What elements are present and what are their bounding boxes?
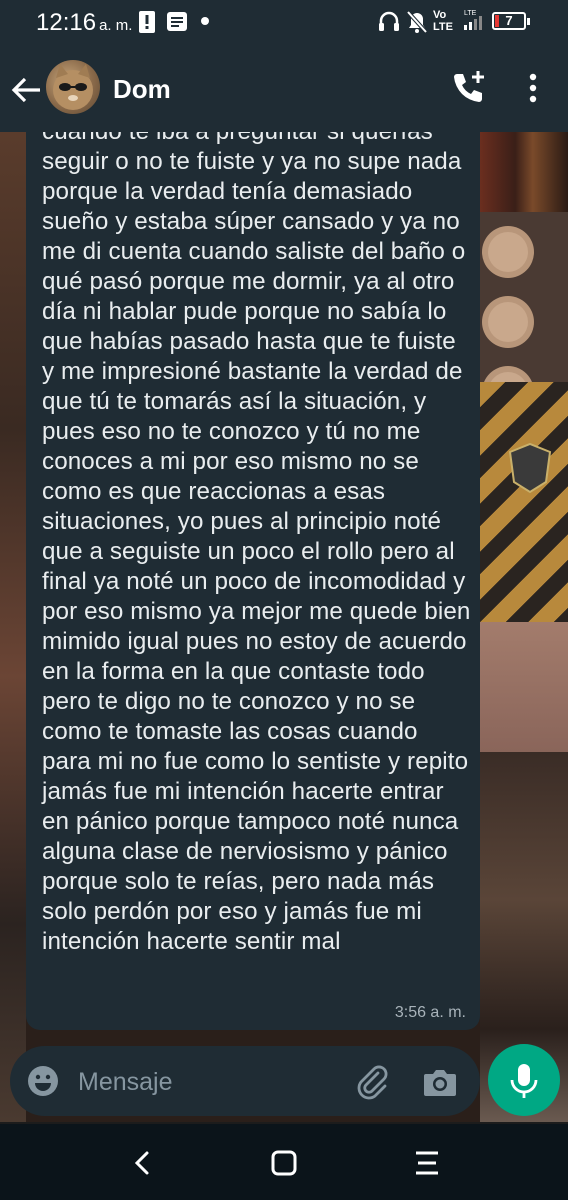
contact-name[interactable]: Dom xyxy=(113,74,171,105)
emoji-icon[interactable] xyxy=(26,1064,60,1098)
wallpaper-cards xyxy=(480,622,568,752)
microphone-icon xyxy=(510,1064,538,1098)
status-bar: 12:16 a. m. Vo LTE LTE 7 xyxy=(0,0,568,46)
arrow-left-icon[interactable] xyxy=(6,70,46,110)
nav-recents-icon[interactable] xyxy=(412,1148,442,1178)
system-nav-bar xyxy=(0,1124,568,1200)
more-vert-icon[interactable] xyxy=(518,68,548,108)
avatar-image xyxy=(53,64,93,110)
battery-level: 7 xyxy=(505,13,513,28)
network-label: Vo LTE xyxy=(433,9,453,33)
avatar[interactable] xyxy=(46,60,100,114)
headphones-icon xyxy=(379,11,399,31)
paperclip-icon[interactable] xyxy=(354,1064,390,1100)
wallpaper-scarf xyxy=(480,382,568,622)
camera-icon[interactable] xyxy=(422,1066,458,1098)
crest-image xyxy=(508,442,552,494)
notification-dot-icon xyxy=(201,17,209,25)
message-text: cuando te iba a preguntar si querías seg… xyxy=(42,132,471,955)
alert-icon xyxy=(139,11,155,33)
signal-icon: LTE xyxy=(464,10,482,30)
status-time-value: 12:16 xyxy=(36,9,97,36)
wallpaper-left-strip xyxy=(0,132,26,1122)
mic-button[interactable] xyxy=(488,1044,560,1116)
svg-text:LTE: LTE xyxy=(464,10,477,17)
chat-header: Dom xyxy=(0,46,568,132)
message-notification-icon xyxy=(167,12,187,31)
message-timestamp: 3:56 a. m. xyxy=(394,1004,466,1021)
add-call-icon[interactable] xyxy=(448,68,488,108)
status-time-ampm: a. m. xyxy=(99,17,133,34)
nav-home-icon[interactable] xyxy=(269,1148,299,1178)
mute-bell-icon xyxy=(406,10,428,34)
battery: 7 xyxy=(492,12,530,30)
message-input[interactable] xyxy=(76,1060,330,1104)
nav-back-icon[interactable] xyxy=(128,1148,158,1178)
battery-tip xyxy=(527,18,530,25)
composer xyxy=(10,1046,480,1116)
message-bubble[interactable]: cuando te iba a preguntar si querías seg… xyxy=(26,132,480,1030)
status-time: 12:16 a. m. xyxy=(36,9,132,37)
